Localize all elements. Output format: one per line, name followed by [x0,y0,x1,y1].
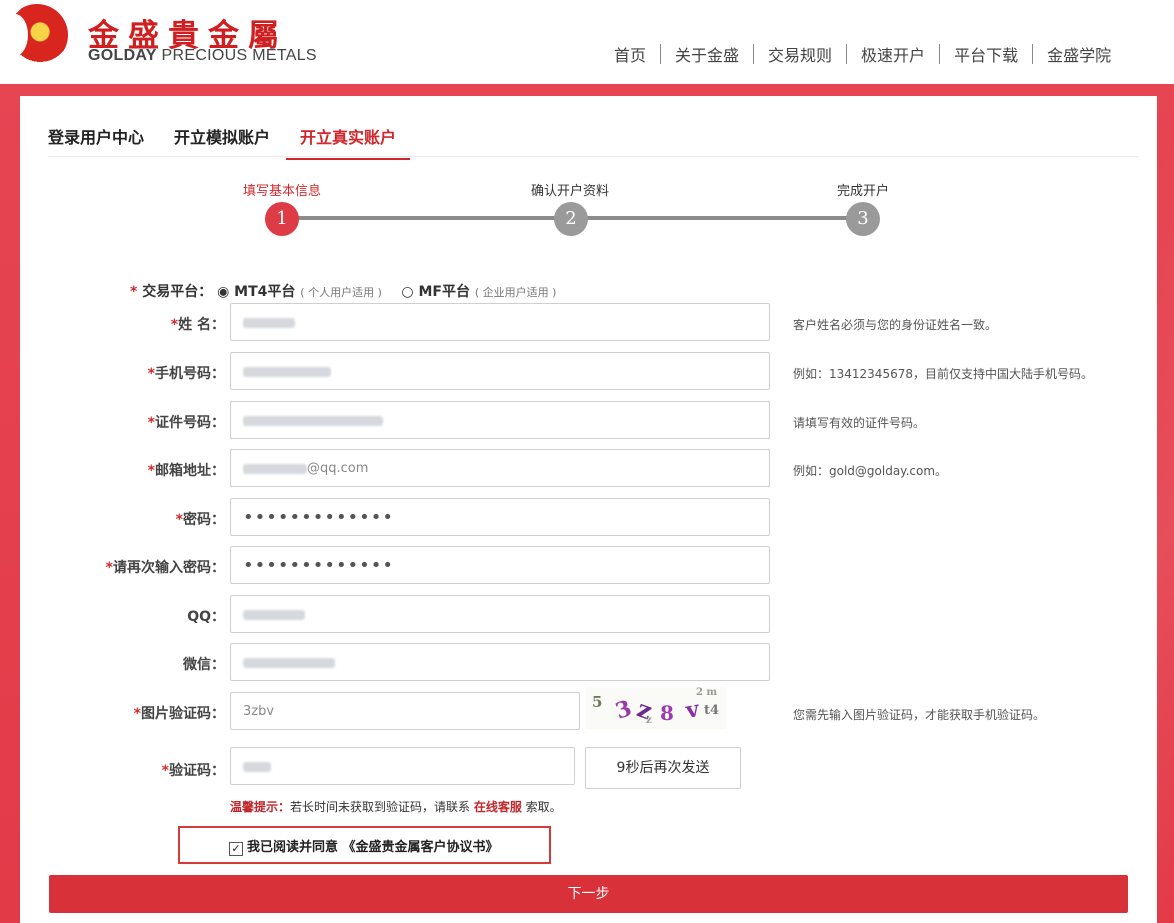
site-header: 金盛貴金屬 GOLDAY PRECIOUS METALS 首页 关于金盛 交易规… [0,0,1174,84]
captcha-input[interactable]: 3zbv [230,692,580,730]
phone-hint: 例如：13412345678，目前仅支持中国大陆手机号码。 [793,367,1093,381]
phone-field[interactable] [230,352,770,390]
id-number-field[interactable] [230,401,770,439]
id-hint: 请填写有效的证件号码。 [793,416,926,430]
agreement-checkbox-row[interactable]: ✓ 我已阅读并同意 《金盛贵金属客户协议书》 [229,836,499,856]
step-3-circle: 3 [846,202,880,236]
wechat-label: 微信： [183,657,225,673]
name-hint: 客户姓名必须与您的身份证姓名一致。 [793,318,998,332]
password-label: *密码： [175,512,225,528]
captcha-hint: 您需先输入图片验证码，才能获取手机验证码。 [793,708,1046,722]
id-label: *证件号码： [147,415,225,431]
mf-note: ( 企业用户适用 ) [474,286,557,299]
qq-label: QQ： [187,609,225,625]
warm-tip: 温馨提示：若长时间未获取到验证码，请联系 在线客服 索取。 [230,800,562,814]
platform-label: 交易平台： [142,284,213,300]
nav-home[interactable]: 首页 [600,42,660,66]
online-service-link[interactable]: 在线客服 [474,800,522,814]
email-label: *邮箱地址： [147,463,225,479]
radio-mt4[interactable]: ◉ MT4平台 [217,284,295,300]
phone-label: *手机号码： [147,366,225,382]
mt4-note: ( 个人用户适用 ) [300,286,382,299]
tab-divider [48,156,1138,157]
nav-download[interactable]: 平台下载 [940,42,1032,66]
password-field[interactable]: ••••••••••••• [230,498,770,536]
tab-demo-account[interactable]: 开立模拟账户 [174,124,270,160]
sms-code-label: *验证码： [161,763,225,779]
captcha-label: *图片验证码： [133,706,225,722]
tab-login-user-center[interactable]: 登录用户中心 [48,124,144,160]
step-1-circle: 1 [265,202,299,236]
account-tabs: 登录用户中心 开立模拟账户 开立真实账户 [48,124,440,160]
next-step-button[interactable]: 下一步 [49,875,1128,913]
password-confirm-label: *请再次输入密码： [105,560,225,576]
sms-code-field[interactable] [230,747,575,785]
main-nav: 首页 关于金盛 交易规则 极速开户 平台下载 金盛学院 [600,42,1125,66]
step-2-circle: 2 [554,202,588,236]
email-hint: 例如：gold@golday.com。 [793,464,948,478]
wechat-field[interactable] [230,643,770,681]
checkbox-checked-icon[interactable]: ✓ [229,842,243,856]
platform-selector: * 交易平台： ◉ MT4平台 ( 个人用户适用 ) ○ MF平台 ( 企业用户… [130,281,556,301]
captcha-image[interactable]: 5 3 z 8 v t4 2 m z [586,687,726,729]
nav-open-account[interactable]: 极速开户 [847,42,939,66]
golday-logo-icon[interactable] [2,4,68,66]
tab-real-account[interactable]: 开立真实账户 [286,124,411,160]
nav-academy[interactable]: 金盛学院 [1033,42,1125,66]
radio-mf[interactable]: ○ MF平台 [401,284,470,300]
logo-english-text[interactable]: GOLDAY PRECIOUS METALS [88,47,317,65]
name-field[interactable] [230,303,770,341]
name-label: *姓 名： [170,317,225,333]
qq-field[interactable] [230,595,770,633]
email-field[interactable]: @qq.com [230,449,770,487]
resend-code-button[interactable]: 9秒后再次发送 [585,747,741,789]
nav-about[interactable]: 关于金盛 [661,42,753,66]
step-1-label: 填写基本信息 [242,184,322,199]
step-2-label: 确认开户资料 [530,184,610,199]
nav-trading-rules[interactable]: 交易规则 [754,42,846,66]
password-confirm-field[interactable]: ••••••••••••• [230,546,770,584]
step-3-label: 完成开户 [836,184,890,199]
required-star: * [130,284,143,300]
